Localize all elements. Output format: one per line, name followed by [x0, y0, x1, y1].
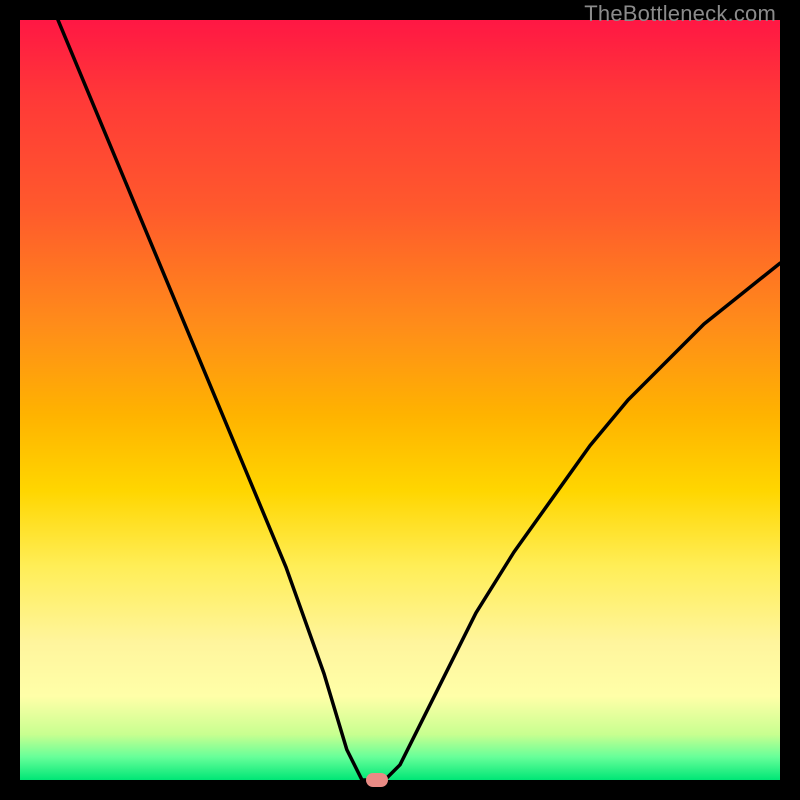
- optimum-marker: [366, 773, 388, 787]
- plot-area: [20, 20, 780, 780]
- chart-frame: TheBottleneck.com: [0, 0, 800, 800]
- watermark-text: TheBottleneck.com: [584, 1, 776, 27]
- bottleneck-curve: [58, 20, 780, 780]
- curve-svg: [20, 20, 780, 780]
